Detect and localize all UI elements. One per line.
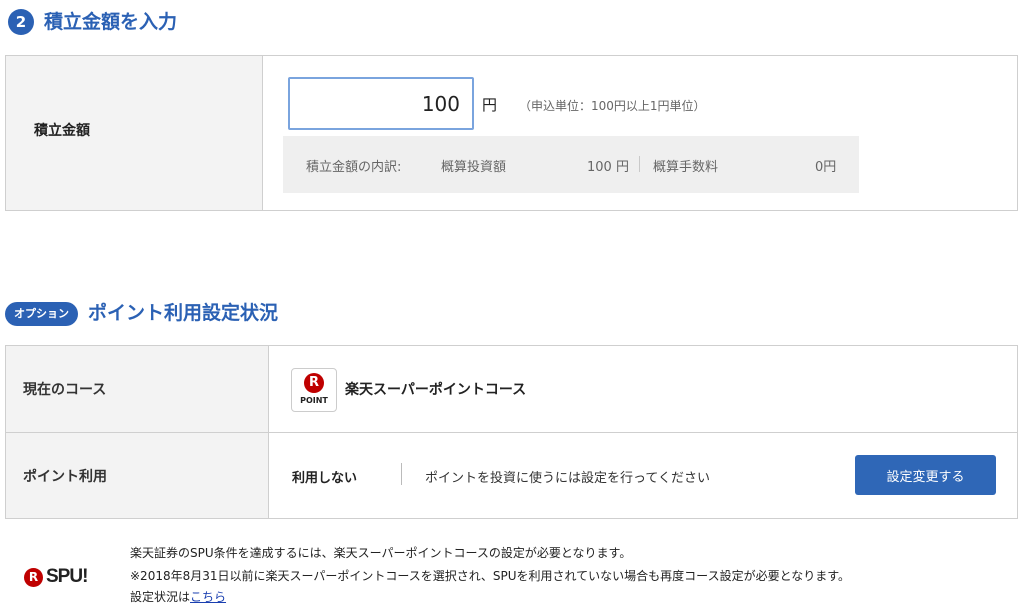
logo-text: POINT [300, 396, 328, 405]
spu-info-line-1: 楽天証券のSPU条件を達成するには、楽天スーパーポイントコースの設定が必要となり… [130, 546, 632, 560]
option-section-title: ポイント利用設定状況 [88, 302, 279, 324]
change-settings-button[interactable]: 設定変更する [855, 455, 996, 495]
row-divider [6, 432, 1017, 433]
invest-value: 100 円 [587, 160, 629, 175]
fee-label: 概算手数料 [653, 160, 719, 175]
spu-logo-letter: R [24, 567, 43, 587]
amount-label-cell: 積立金額 [6, 56, 263, 210]
breakdown-divider [639, 156, 640, 172]
yen-unit: 円 [482, 96, 498, 114]
fee-value: 0円 [815, 160, 837, 175]
spu-logo-icon: R SPU! [24, 565, 88, 589]
point-use-value: 利用しない [292, 471, 358, 486]
course-name: 楽天スーパーポイントコース [345, 382, 527, 398]
spu-logo-text: SPU! [46, 566, 88, 587]
amount-label: 積立金額 [34, 123, 90, 139]
spu-info-line-3: 設定状況はこちら [130, 588, 226, 605]
breakdown-label: 積立金額の内訳: [306, 160, 402, 175]
logo-letter: R [304, 373, 324, 393]
point-settings-table: 現在のコース ポイント利用 R POINT 楽天スーパーポイントコース 利用しな… [5, 345, 1018, 519]
amount-input[interactable] [288, 77, 474, 130]
point-use-label: ポイント利用 [23, 469, 107, 485]
section-title: 積立金額を入力 [44, 11, 178, 33]
point-use-note: ポイントを投資に使うには設定を行ってください [425, 471, 710, 486]
step-number-badge: 2 [8, 9, 34, 35]
spu-info-line-2: ※2018年8月31日以前に楽天スーパーポイントコースを選択され、SPUを利用さ… [130, 569, 851, 583]
option-badge: オプション [5, 302, 78, 326]
rakuten-point-logo-icon: R POINT [291, 368, 337, 412]
amount-breakdown: 積立金額の内訳: 概算投資額 100 円 概算手数料 0円 [283, 136, 859, 193]
invest-label: 概算投資額 [441, 160, 507, 175]
amount-table: 積立金額 円 （申込単位：100円以上1円単位） 積立金額の内訳: 概算投資額 … [5, 55, 1018, 211]
current-course-label: 現在のコース [23, 382, 107, 398]
unit-note: （申込単位：100円以上1円単位） [519, 99, 706, 113]
spu-status-link[interactable]: こちら [190, 590, 226, 604]
spu-status-prefix: 設定状況は [130, 590, 191, 604]
point-use-divider [401, 463, 402, 485]
